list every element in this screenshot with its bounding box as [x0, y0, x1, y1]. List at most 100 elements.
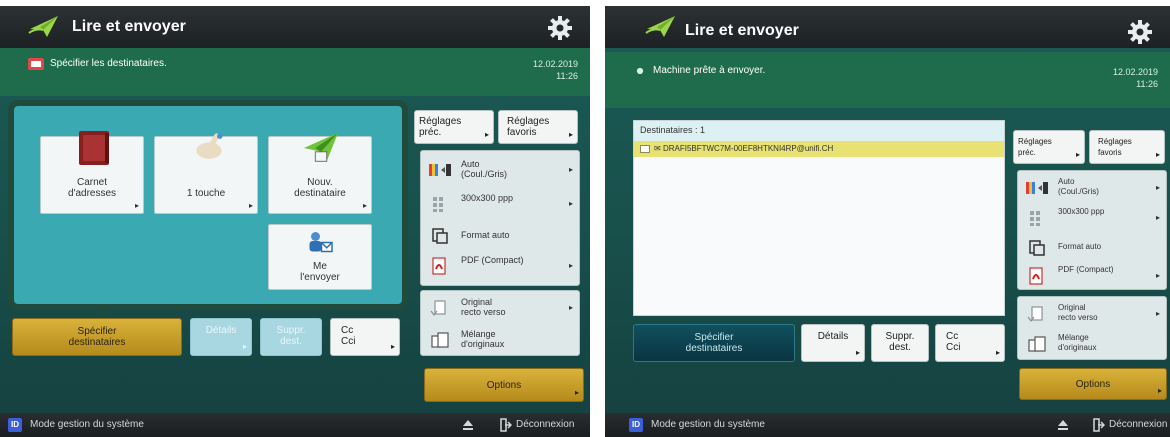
- logout-label[interactable]: Déconnexion: [516, 419, 574, 430]
- chevron-right-icon: ▸: [248, 201, 253, 210]
- option-label: Mélange: [1058, 333, 1089, 342]
- options-button[interactable]: Options ▸: [424, 368, 584, 402]
- button-label: favoris: [507, 127, 537, 138]
- button-label: Réglages: [419, 116, 462, 127]
- duplex-option[interactable]: Original recto verso ▸: [1024, 301, 1160, 327]
- gear-icon[interactable]: [1126, 18, 1154, 46]
- file-format-option[interactable]: PDF (Compact) ▸: [427, 253, 573, 279]
- duplex-icon: [1027, 306, 1043, 322]
- button-label: destinataires: [68, 337, 126, 348]
- tile-label: d'adresses: [67, 188, 117, 199]
- option-label: (Coul./Gris): [461, 169, 508, 179]
- cc-bcc-button[interactable]: Cc Cci ▸: [330, 318, 400, 356]
- option-label: d'originaux: [461, 339, 505, 349]
- details-button: Détails ▸: [190, 318, 252, 356]
- chevron-right-icon: ▸: [1155, 183, 1160, 192]
- title-bar: Lire et envoyer: [605, 6, 1170, 48]
- left-screen: Lire et envoyer Spécifier les destinatai…: [0, 6, 590, 437]
- scan-settings-panel: Auto (Coul./Gris) ▸ 300x300 ppp ▸ Format…: [1017, 170, 1167, 290]
- new-destination-button[interactable]: Nouv. destinataire ▸: [268, 132, 372, 214]
- ready-status-icon: [636, 67, 644, 75]
- mixed-originals-icon: [431, 332, 449, 348]
- button-label: préc.: [1018, 148, 1036, 157]
- info-bar: Machine prête à envoyer. 12.02.2019 11:2…: [605, 52, 1170, 108]
- destination-row[interactable]: ✉ DRAFI5BFTWC7M-00EF8HTKNI4RP@unifi.CH: [634, 141, 1004, 157]
- auto-format-icon: [432, 228, 448, 244]
- button-label: Détails: [205, 325, 237, 336]
- chevron-right-icon: ▸: [1155, 309, 1160, 318]
- previous-settings-button[interactable]: Réglages préc. ▸: [414, 110, 494, 144]
- original-settings-panel: Original recto verso ▸ Mélange d'origina…: [1017, 296, 1167, 360]
- specify-destinations-button[interactable]: Spécifier destinataires: [12, 318, 182, 356]
- resolution-option[interactable]: 300x300 ppp ▸: [427, 191, 573, 217]
- logout-icon[interactable]: [1093, 418, 1105, 432]
- info-bar: Spécifier les destinataires. 12.02.2019 …: [0, 48, 590, 96]
- app-title: Lire et envoyer: [72, 18, 186, 35]
- mixed-originals-icon: [1028, 336, 1046, 352]
- status-bar: ID Mode gestion du système Déconnexion: [0, 413, 590, 437]
- format-option[interactable]: Format auto: [1024, 235, 1160, 261]
- datetime: 12.02.2019 11:26: [1113, 66, 1158, 90]
- chevron-right-icon: ▸: [1157, 386, 1162, 395]
- format-option[interactable]: Format auto: [427, 223, 573, 249]
- date-label: 12.02.2019: [1112, 67, 1158, 77]
- option-label: Auto: [1058, 177, 1075, 186]
- checkbox[interactable]: [640, 144, 650, 153]
- chevron-right-icon: ▸: [484, 130, 489, 139]
- panel-pointer: [94, 304, 114, 316]
- color-mode-icon: [429, 164, 451, 176]
- option-label: 300x300 ppp: [461, 193, 514, 203]
- mixed-originals-option[interactable]: Mélange d'originaux: [1024, 331, 1160, 357]
- logout-icon[interactable]: [500, 418, 512, 432]
- pdf-icon: [1029, 267, 1043, 285]
- button-label: Spécifier: [77, 326, 117, 337]
- chevron-right-icon: ▸: [568, 199, 573, 208]
- chevron-right-icon: ▸: [134, 201, 139, 210]
- color-mode-option[interactable]: Auto (Coul./Gris) ▸: [1024, 175, 1160, 201]
- system-mode-label: Mode gestion du système: [651, 419, 765, 430]
- button-label: Réglages: [507, 116, 550, 127]
- chevron-right-icon: ▸: [995, 348, 1000, 357]
- tile-label: l'envoyer: [300, 272, 340, 283]
- chevron-right-icon: ▸: [855, 348, 860, 357]
- mixed-originals-option[interactable]: Mélange d'originaux: [427, 327, 573, 353]
- options-button[interactable]: Options ▸: [1019, 368, 1167, 400]
- address-book-button[interactable]: Carnet d'adresses ▸: [40, 131, 144, 214]
- destination-address: DRAFI5BFTWC7M-00EF8HTKNI4RP@unifi.CH: [662, 144, 834, 153]
- chevron-right-icon: ▸: [568, 303, 573, 312]
- button-label: dest.: [280, 336, 302, 347]
- color-mode-option[interactable]: Auto (Coul./Gris) ▸: [427, 157, 573, 183]
- info-message: Machine prête à envoyer.: [653, 65, 766, 76]
- button-label: Détails: [817, 331, 849, 342]
- delete-destination-button[interactable]: Suppr. dest.: [871, 324, 929, 362]
- specify-destinations-button[interactable]: Spécifier destinataires: [633, 324, 795, 362]
- logout-label[interactable]: Déconnexion: [1109, 419, 1167, 430]
- app-title: Lire et envoyer: [685, 22, 799, 39]
- chevron-right-icon: ▸: [568, 165, 573, 174]
- right-screen: Lire et envoyer Machine prête à envoyer.…: [605, 6, 1170, 437]
- one-touch-button[interactable]: 1 touche ▸: [154, 133, 258, 214]
- tile-label: Nouv.: [307, 177, 333, 188]
- button-label: Réglages: [1098, 137, 1132, 146]
- button-label: Cc: [341, 325, 354, 336]
- option-label: Mélange: [461, 329, 496, 339]
- info-message: Spécifier les destinataires.: [50, 58, 167, 69]
- favorite-settings-button[interactable]: Réglages favoris ▸: [1089, 130, 1165, 164]
- cc-bcc-button[interactable]: Cc Cci ▸: [935, 324, 1005, 362]
- resolution-option[interactable]: 300x300 ppp ▸: [1024, 205, 1160, 231]
- date-label: 12.02.2019: [532, 59, 578, 69]
- destination-list: Destinataires : 1 ✉ DRAFI5BFTWC7M-00EF8H…: [633, 120, 1005, 316]
- send-to-myself-button[interactable]: Me l'envoyer: [268, 224, 372, 290]
- eject-icon[interactable]: [1057, 419, 1069, 431]
- button-label: destinataires: [685, 343, 743, 354]
- email-icon: ✉: [654, 144, 663, 153]
- eject-icon[interactable]: [462, 419, 474, 431]
- previous-settings-button[interactable]: Réglages préc. ▸: [1013, 130, 1085, 164]
- file-format-option[interactable]: PDF (Compact) ▸: [1024, 263, 1160, 289]
- duplex-option[interactable]: Original recto verso ▸: [427, 295, 573, 321]
- option-label: d'originaux: [1058, 343, 1097, 352]
- favorite-settings-button[interactable]: Réglages favoris ▸: [498, 110, 578, 144]
- chevron-right-icon: ▸: [242, 342, 247, 351]
- gear-icon[interactable]: [546, 14, 574, 42]
- details-button[interactable]: Détails ▸: [801, 324, 865, 362]
